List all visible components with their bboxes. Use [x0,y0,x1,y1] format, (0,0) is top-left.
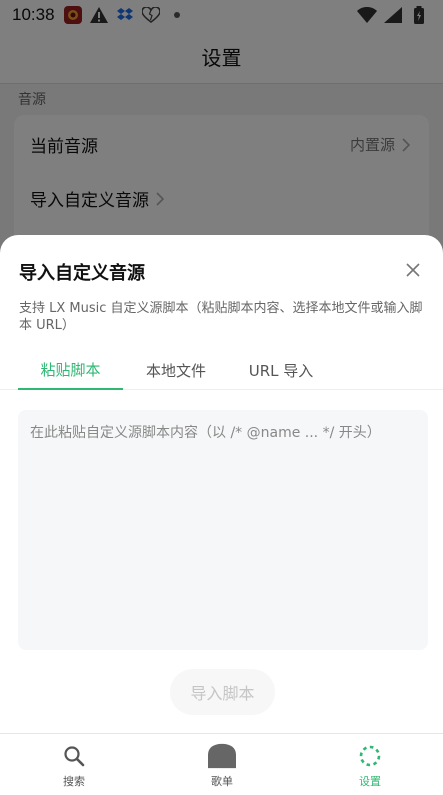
nav-label-settings: 设置 [359,774,381,788]
home-icon [208,742,236,770]
import-script-button[interactable]: 导入脚本 [170,669,275,715]
nav-label-search: 搜索 [63,774,85,788]
sheet-description: 支持 LX Music 自定义源脚本（粘贴脚本内容、选择本地文件或输入脚本 UR… [19,301,423,333]
tab-url-import[interactable]: URL 导入 [230,350,332,390]
nav-item-playlist[interactable]: 歌单 [148,734,296,795]
settings-icon [356,742,384,770]
nav-item-settings[interactable]: 设置 [296,734,443,795]
bottom-nav: 搜索 歌单 设置 [0,733,443,795]
script-content-input[interactable] [18,410,428,650]
tab-local-file[interactable]: 本地文件 [125,350,227,390]
tab-paste-script[interactable]: 粘贴脚本 [18,350,123,390]
close-icon[interactable] [402,259,424,281]
sheet-title: 导入自定义音源 [19,263,145,284]
search-icon [60,742,88,770]
nav-item-search[interactable]: 搜索 [0,734,148,795]
nav-label-playlist: 歌单 [211,774,233,788]
import-method-tabs: 粘贴脚本 本地文件 URL 导入 [0,350,443,390]
import-source-sheet: 导入自定义音源 支持 LX Music 自定义源脚本（粘贴脚本内容、选择本地文件… [0,235,443,735]
